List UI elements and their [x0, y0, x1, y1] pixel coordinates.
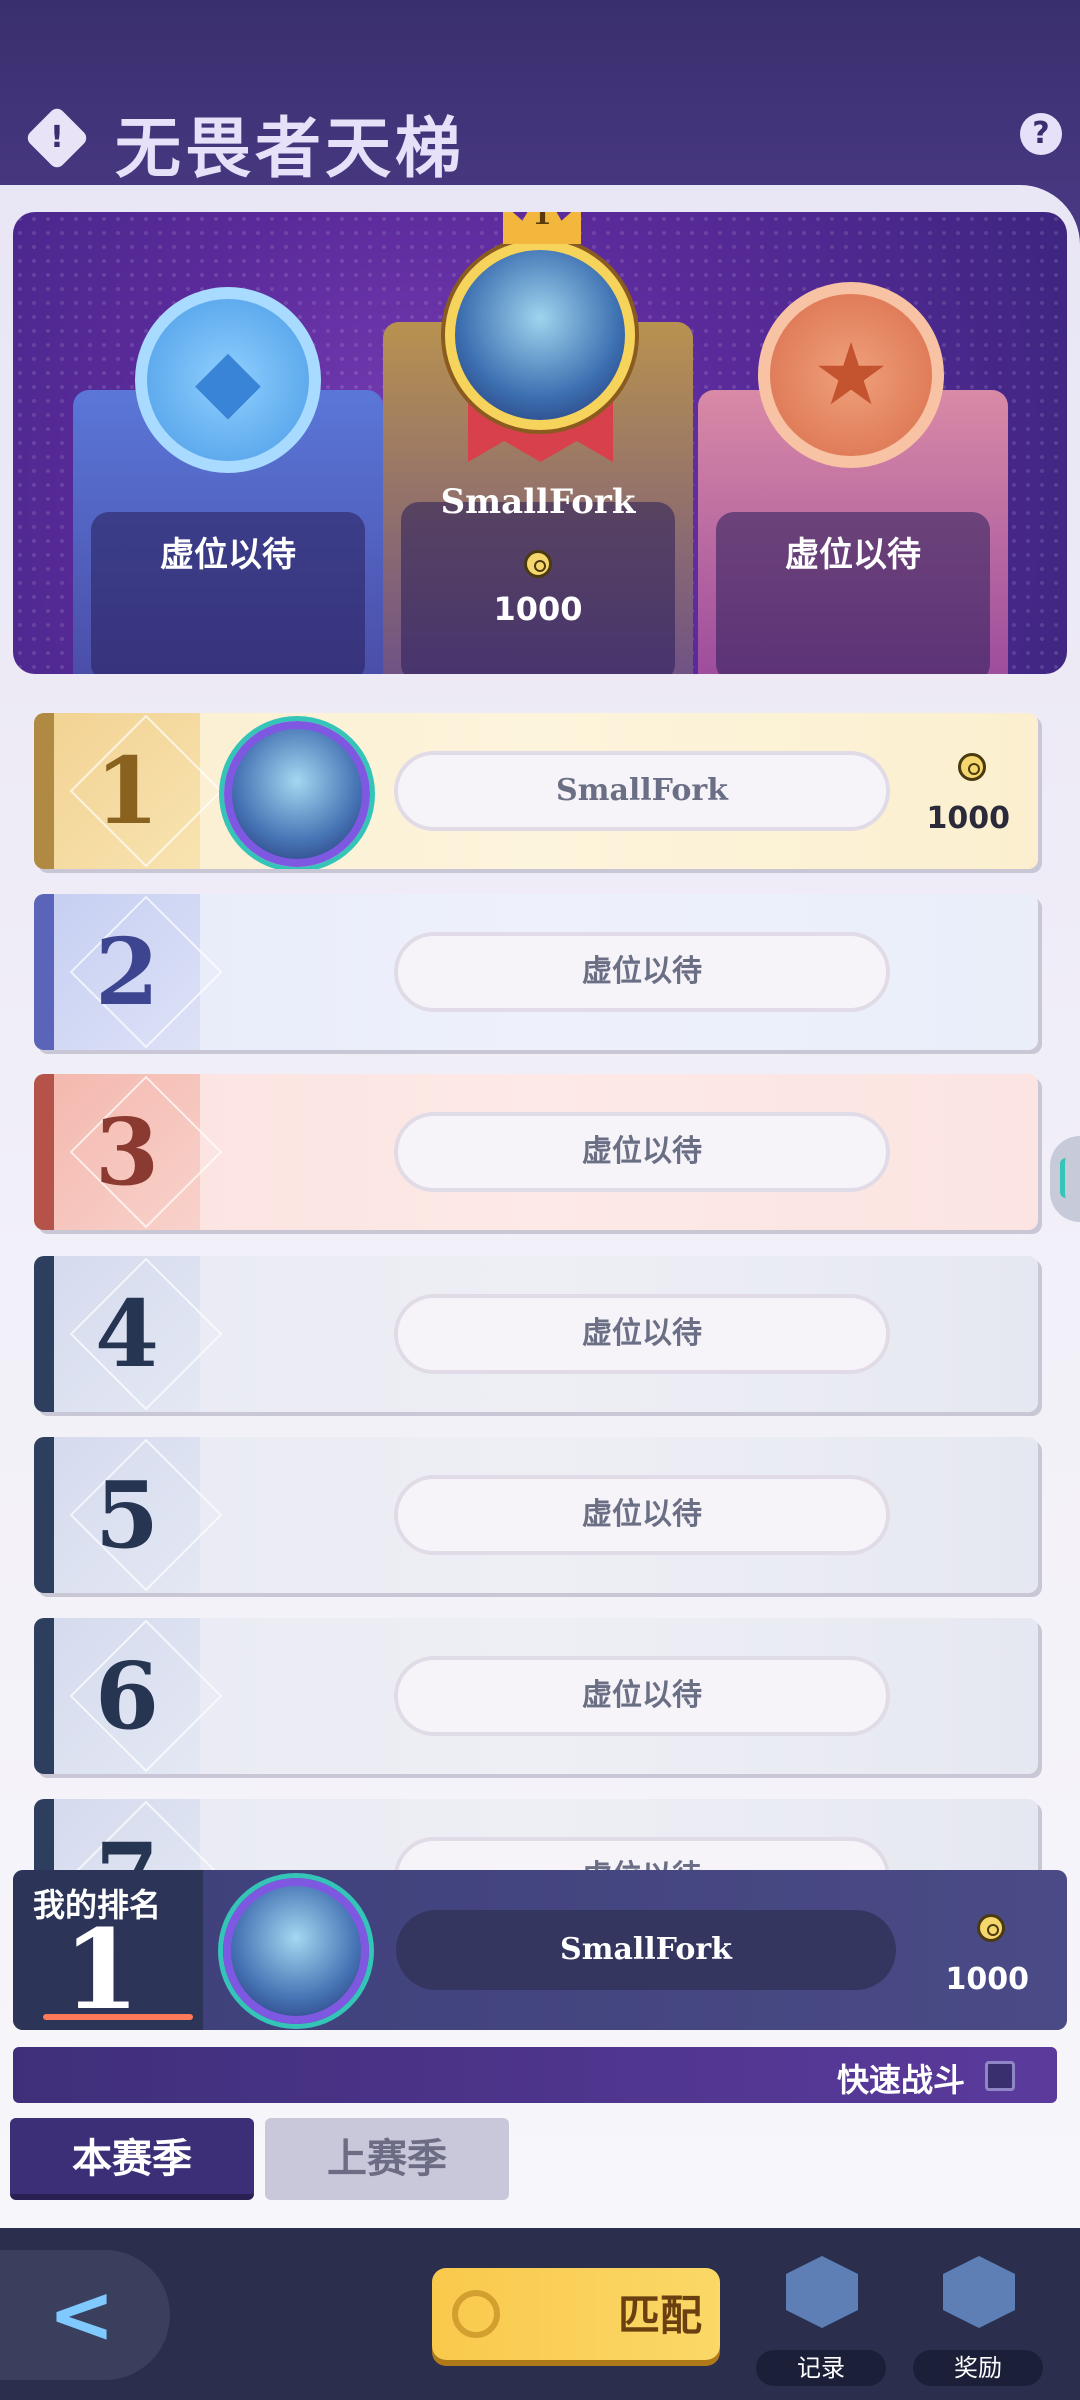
ranking-row-3[interactable]: 3 虚位以待	[34, 1074, 1038, 1230]
page-title: 无畏者天梯	[115, 109, 465, 187]
records-icon	[786, 2256, 858, 2328]
my-name: SmallFork	[396, 1910, 896, 1990]
tab-current-season[interactable]: 本赛季	[10, 2118, 254, 2200]
side-drawer-handle[interactable]	[1050, 1136, 1080, 1222]
coin-icon	[524, 550, 552, 582]
quick-battle-label: 快速战斗	[836, 2061, 965, 2099]
records-button[interactable]: 记录	[756, 2256, 886, 2386]
my-avatar[interactable]	[223, 1878, 369, 2024]
rewards-button[interactable]: 奖励	[913, 2256, 1043, 2386]
my-rank-number: 1	[63, 1905, 140, 2030]
info-diamond-icon[interactable]: !	[24, 105, 90, 171]
rank-number: 1	[94, 737, 159, 845]
quick-battle-bar: 快速战斗	[13, 2047, 1057, 2103]
podium-second-label: 虚位以待	[160, 535, 296, 575]
player-avatar[interactable]	[224, 721, 370, 867]
my-rank-panel[interactable]: 我的排名 1 SmallFork 1000	[13, 1870, 1067, 2030]
star-medal-icon: ★	[758, 282, 944, 468]
match-ring-icon	[452, 2290, 500, 2338]
coin-icon	[958, 753, 986, 785]
tab-previous-season[interactable]: 上赛季	[265, 2118, 509, 2200]
ranking-row-5[interactable]: 5 虚位以待	[34, 1437, 1038, 1593]
help-icon[interactable]: ?	[1020, 113, 1062, 155]
quick-battle-checkbox[interactable]	[985, 2061, 1015, 2091]
player-name: SmallFork	[394, 751, 890, 831]
ranking-row-2[interactable]: 2 虚位以待	[34, 894, 1038, 1050]
bottom-nav: < 匹配 记录 奖励	[0, 2228, 1080, 2400]
page-header: ! 无畏者天梯 ?	[0, 95, 1080, 187]
player-name: 虚位以待	[394, 1656, 890, 1736]
back-arrow-icon: <	[48, 2268, 116, 2361]
rewards-icon	[943, 2256, 1015, 2328]
player-name: 虚位以待	[394, 1475, 890, 1555]
match-button[interactable]: 匹配	[432, 2268, 720, 2360]
ranking-row-1[interactable]: 1 SmallFork 1000	[34, 713, 1038, 869]
back-button[interactable]: <	[0, 2250, 170, 2380]
rank-number: 3	[94, 1098, 159, 1206]
rank-number: 2	[94, 918, 159, 1026]
podium-first-score: 1000	[493, 590, 583, 628]
coin-icon	[977, 1914, 1005, 1946]
player-name: 虚位以待	[394, 1112, 890, 1192]
top-three-podium: ◆ ★ 1 虚位以待 SmallFork 1000 虚位以待	[13, 212, 1067, 674]
player-name: 虚位以待	[394, 1294, 890, 1374]
diamond-medal-icon: ◆	[135, 287, 321, 473]
rank-number: 6	[94, 1642, 159, 1750]
ranking-row-6[interactable]: 6 虚位以待	[34, 1618, 1038, 1774]
ranking-row-4[interactable]: 4 虚位以待	[34, 1256, 1038, 1412]
player-score: 1000	[926, 801, 1011, 836]
my-score: 1000	[945, 1962, 1030, 1997]
crown-rank: 1	[532, 212, 552, 231]
player-name: 虚位以待	[394, 932, 890, 1012]
podium-third-label: 虚位以待	[785, 535, 921, 575]
rank-number: 5	[94, 1461, 159, 1569]
first-place-avatar[interactable]	[445, 240, 635, 430]
rank-number: 4	[94, 1280, 159, 1388]
podium-first-name: SmallFork	[440, 482, 636, 522]
